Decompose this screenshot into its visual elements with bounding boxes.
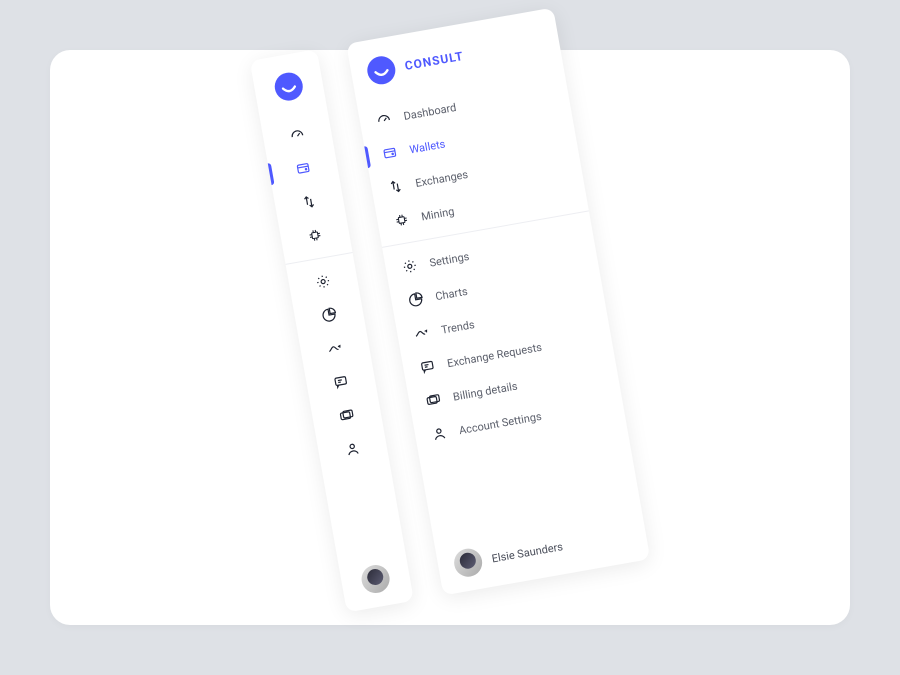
nav-section-primary — [260, 106, 353, 264]
brand-logo — [273, 70, 305, 102]
transfer-icon — [300, 192, 319, 211]
avatar — [359, 562, 391, 594]
transfer-icon — [386, 177, 405, 196]
pie-icon — [406, 290, 425, 309]
design-canvas: CONSULT Dashboard Wallets Exchanges Mi — [50, 50, 850, 625]
nav-section-secondary — [285, 252, 390, 478]
nav-label: Mining — [420, 204, 455, 223]
card-icon — [424, 390, 443, 409]
user-icon — [343, 439, 362, 458]
nav-label: Exchange Requests — [446, 340, 543, 369]
nav-label: Trends — [440, 317, 475, 336]
nav-section-secondary: Settings Charts Trends Exchange Requests… — [382, 210, 626, 460]
sidebar-footer[interactable] — [337, 545, 414, 612]
trend-icon — [412, 324, 431, 343]
pie-icon — [320, 305, 339, 324]
gear-icon — [401, 257, 420, 276]
gauge-icon — [375, 110, 394, 129]
chat-icon — [332, 372, 351, 391]
brand-name: CONSULT — [404, 48, 465, 72]
chat-icon — [418, 357, 437, 376]
chip-icon — [306, 226, 325, 245]
brand-logo — [365, 54, 397, 86]
avatar — [452, 546, 484, 578]
nav-label: Dashboard — [402, 100, 457, 122]
wallet-icon — [381, 143, 400, 162]
wallet-icon — [294, 159, 313, 178]
gauge-icon — [288, 125, 307, 144]
gear-icon — [314, 272, 333, 291]
card-icon — [337, 406, 356, 425]
user-name: Elsie Saunders — [491, 539, 564, 564]
nav-label: Settings — [428, 249, 470, 269]
nav-label: Charts — [434, 284, 468, 302]
nav-label: Billing details — [452, 379, 518, 403]
trend-icon — [326, 339, 345, 358]
nav-label: Account Settings — [458, 409, 543, 436]
user-icon — [430, 424, 449, 443]
nav-label: Exchanges — [414, 167, 469, 189]
chip-icon — [392, 210, 411, 229]
nav-label: Wallets — [408, 136, 446, 155]
